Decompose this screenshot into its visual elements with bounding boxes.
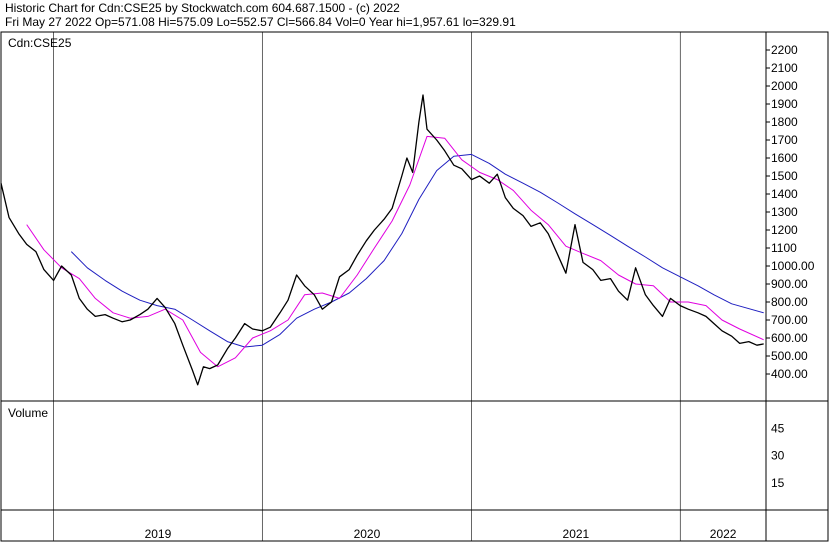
symbol-label: Cdn:CSE25 xyxy=(8,36,72,50)
price-tick-label: 1900 xyxy=(771,97,798,111)
x-tick-label: 2021 xyxy=(563,527,590,541)
price-line xyxy=(0,94,764,386)
price-tick-label: 1000.00 xyxy=(771,259,815,273)
price-tick-label: 2200 xyxy=(771,43,798,57)
price-series xyxy=(0,94,764,386)
price-tick-label: 400.00 xyxy=(771,367,808,381)
chart-frame xyxy=(0,31,829,542)
price-tick-label: 1800 xyxy=(771,115,798,129)
year-gridlines xyxy=(53,32,681,541)
short-moving-average-line xyxy=(26,135,764,368)
x-tick-label: 2022 xyxy=(710,527,737,541)
price-tick-label: 1700 xyxy=(771,133,798,147)
price-tick-label: 800.00 xyxy=(771,295,808,309)
price-tick-label: 1200 xyxy=(771,223,798,237)
price-tick-label: 1300 xyxy=(771,205,798,219)
x-tick-label: 2019 xyxy=(145,527,172,541)
price-tick-label: 1400 xyxy=(771,187,798,201)
volume-tick-label: 45 xyxy=(771,421,785,435)
stock-chart: 400.00 500.00 600.00 700.00 800.00 900.00 1000… xyxy=(0,31,829,542)
price-tick-label: 2100 xyxy=(771,61,798,75)
price-tick-label: 700.00 xyxy=(771,313,808,327)
price-tick-label: 1100 xyxy=(771,241,797,255)
x-axis: 2019 2020 2021 2022 xyxy=(145,527,737,541)
volume-y-axis: 15 30 45 xyxy=(771,421,785,490)
volume-tick-label: 30 xyxy=(771,449,785,463)
price-tick-label: 500.00 xyxy=(771,349,808,363)
price-tick-label: 2000 xyxy=(771,79,798,93)
x-tick-label: 2020 xyxy=(354,527,381,541)
long-moving-average-line xyxy=(70,153,764,348)
price-tick-label: 1600 xyxy=(771,151,798,165)
price-tick-label: 900.00 xyxy=(771,277,808,291)
volume-label: Volume xyxy=(8,406,48,420)
price-y-axis: 400.00 500.00 600.00 700.00 800.00 900.00 1000… xyxy=(766,43,815,381)
volume-tick-label: 15 xyxy=(771,476,785,490)
price-tick-label: 600.00 xyxy=(771,331,808,345)
price-tick-label: 1500 xyxy=(771,169,798,183)
